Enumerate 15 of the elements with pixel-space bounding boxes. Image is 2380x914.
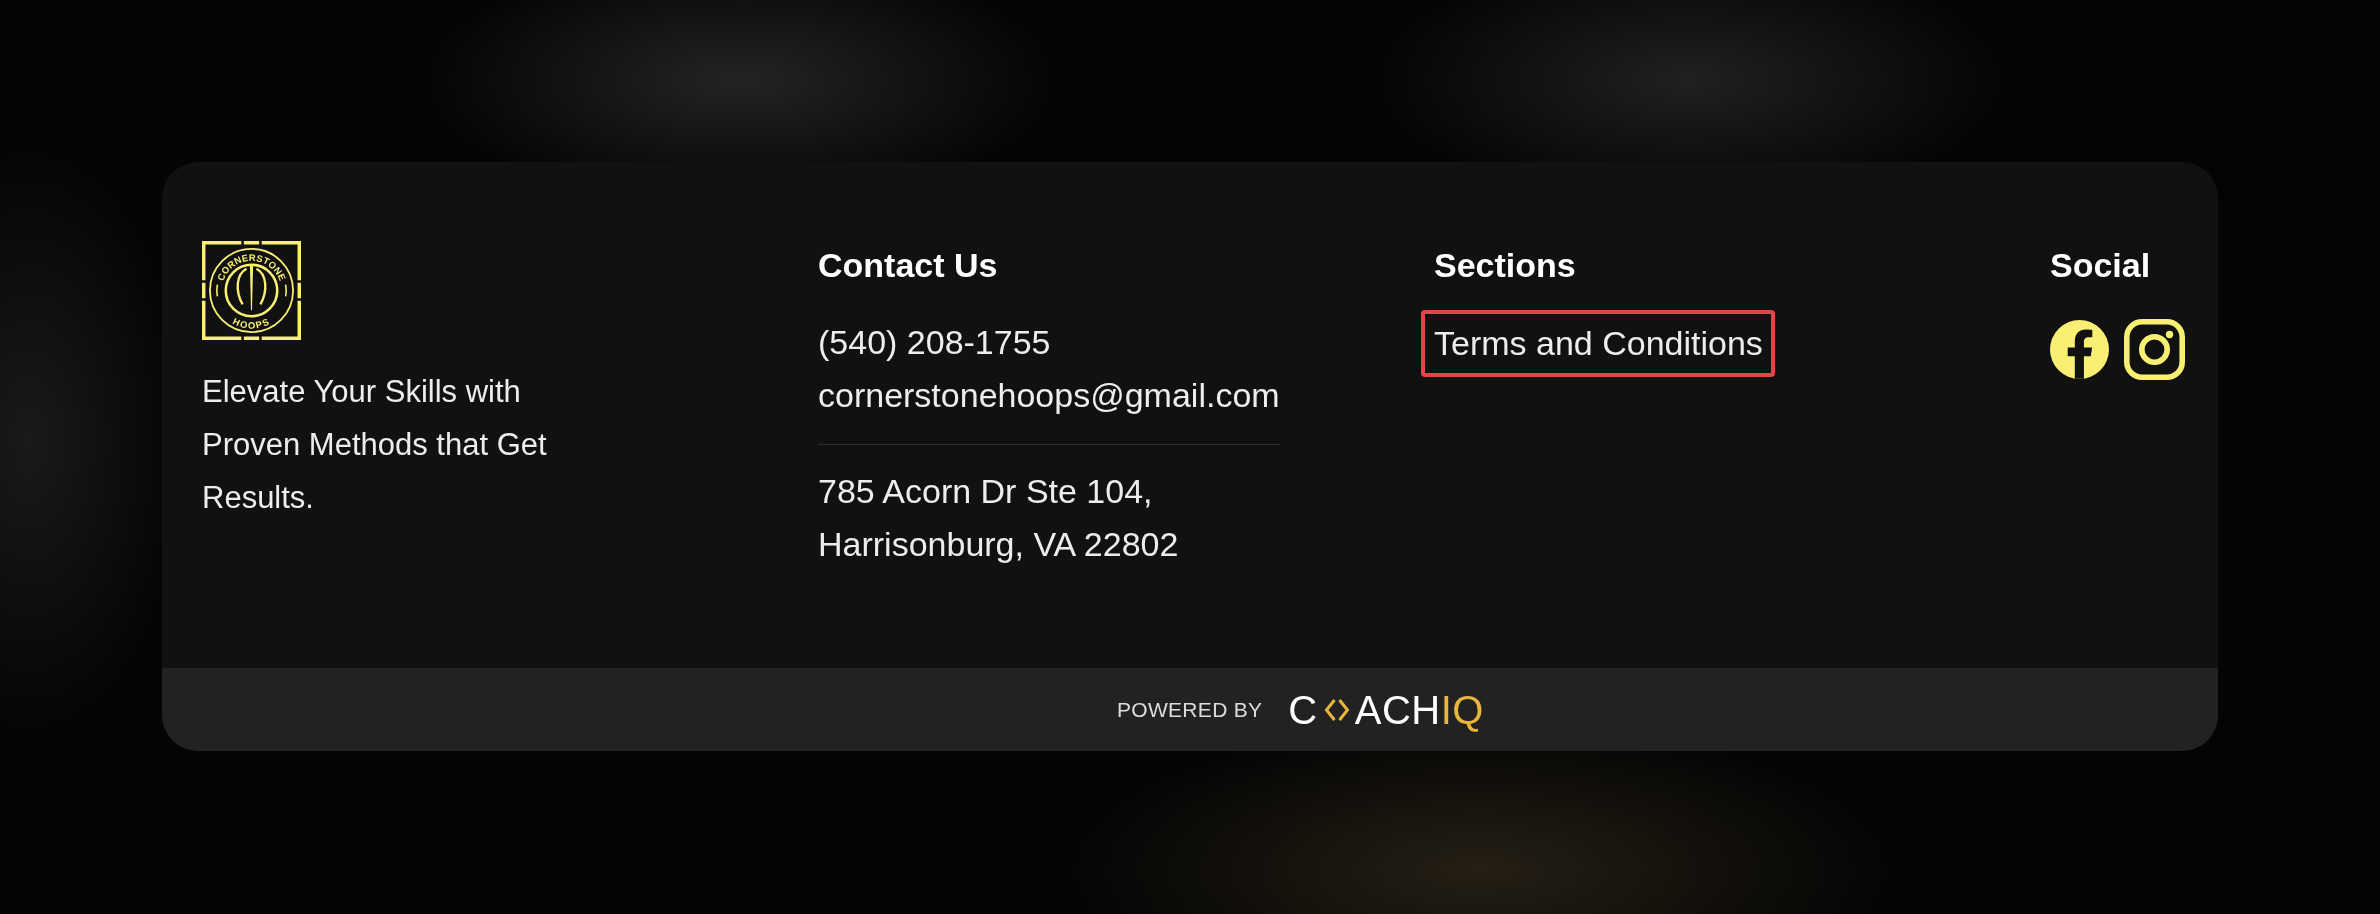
brand-tagline: Elevate Your Skills with Proven Methods that Get Results. — [202, 373, 548, 517]
wordmark-end-text: ACHIQ — [1354, 686, 1484, 733]
column-heading: Contact Us — [818, 245, 998, 286]
instagram-icon[interactable] — [2124, 319, 2185, 380]
phone-link[interactable]: (540) 208-1755 — [818, 316, 1051, 369]
address-line: Harrisonburg, VA 22802 — [818, 524, 1179, 565]
address-line: 785 Acorn Dr Ste 104, — [818, 471, 1153, 512]
column-heading: Sections — [1434, 245, 1576, 286]
wordmark-start-text: C — [1288, 686, 1318, 733]
column-heading: Social — [2050, 245, 2151, 286]
facebook-icon[interactable] — [2050, 320, 2109, 379]
terms-link[interactable]: Terms and Conditions — [1421, 310, 1775, 377]
email-link[interactable]: cornerstonehoops@gmail.com — [818, 369, 1280, 422]
logo-ring-text: HOOPS — [231, 315, 272, 331]
powered-by-label: POWERED BY — [1117, 697, 1263, 722]
